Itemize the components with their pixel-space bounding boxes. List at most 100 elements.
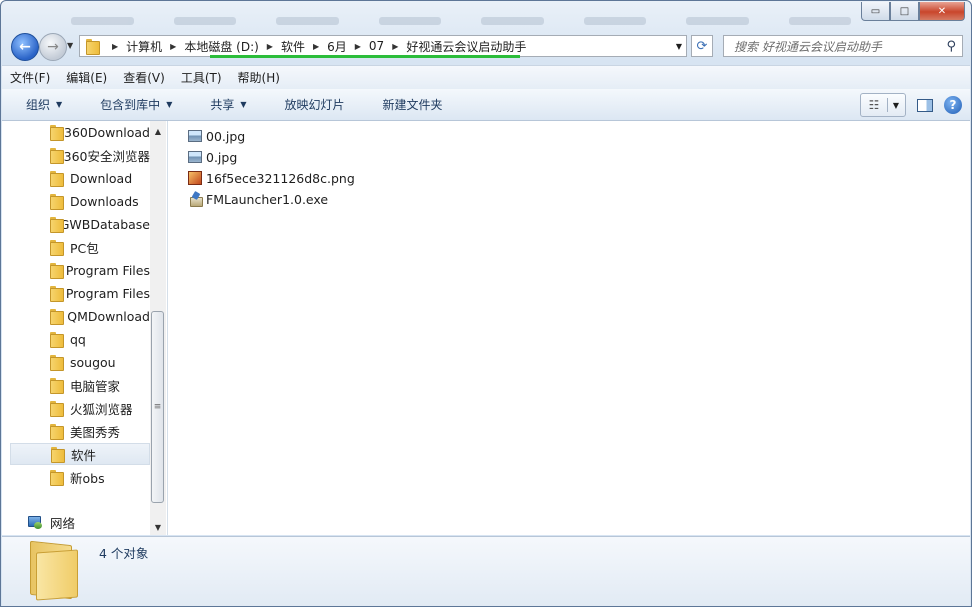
file-item[interactable]: 00.jpg	[188, 126, 245, 146]
nav-folder-item[interactable]: Program Files	[10, 282, 150, 304]
details-pane: 4 个对象	[2, 536, 970, 606]
file-item[interactable]: 16f5ece321126d8c.png	[188, 168, 355, 188]
breadcrumb-separator-icon[interactable]: ▶	[267, 42, 273, 51]
dropdown-arrow-icon: ▼	[56, 100, 63, 109]
forward-button[interactable]: →	[39, 33, 67, 61]
breadcrumb-item[interactable]: 好视通云会议启动助手	[406, 38, 526, 55]
folder-icon	[50, 332, 64, 348]
folder-icon	[51, 447, 65, 463]
navigation-row: ← → ▼ ▶ 计算机 ▶ 本地磁盘 (D:) ▶ 软件 ▶ 6月 ▶ 07 ▶…	[1, 31, 971, 63]
nav-folder-item[interactable]: 360Download	[10, 121, 150, 143]
png-image-icon	[188, 171, 202, 185]
title-bar[interactable]: ▭ □ ✕	[1, 1, 971, 31]
nav-folder-item[interactable]: Download	[10, 167, 150, 189]
minimize-button[interactable]: ▭	[861, 2, 890, 21]
nav-folder-item[interactable]: 360安全浏览器	[10, 144, 150, 166]
scroll-up-arrow-icon[interactable]: ▲	[150, 123, 166, 139]
folder-icon	[50, 355, 64, 371]
search-input[interactable]	[732, 37, 941, 57]
address-bar[interactable]: ▶ 计算机 ▶ 本地磁盘 (D:) ▶ 软件 ▶ 6月 ▶ 07 ▶ 好视通云会…	[79, 35, 687, 58]
slideshow-label: 放映幻灯片	[284, 98, 345, 112]
explorer-window: ▭ □ ✕ ← → ▼ ▶ 计算机 ▶ 本地磁盘 (D:) ▶ 软件 ▶ 6月 …	[0, 0, 972, 607]
share-label: 共享	[210, 98, 235, 112]
breadcrumb-item[interactable]: 6月	[327, 38, 347, 55]
nav-network-item[interactable]: 网络	[28, 513, 75, 532]
nav-folder-label: 新obs	[70, 470, 105, 486]
nav-folder-item-selected[interactable]: 软件	[10, 443, 150, 465]
preview-pane-button[interactable]	[914, 94, 936, 116]
breadcrumb-item[interactable]: 本地磁盘 (D:)	[184, 38, 258, 55]
nav-folder-item[interactable]: Program Files	[10, 259, 150, 281]
folder-icon	[50, 378, 64, 394]
menu-file[interactable]: 文件(F)	[2, 69, 58, 86]
slideshow-button[interactable]: 放映幻灯片	[261, 96, 359, 113]
view-dropdown-icon[interactable]: ▼	[888, 101, 904, 110]
nav-folder-label: Download	[70, 170, 133, 186]
maximize-button[interactable]: □	[890, 2, 919, 21]
nav-folder-item[interactable]: 火狐浏览器	[10, 397, 150, 419]
dropdown-arrow-icon: ▼	[240, 100, 247, 109]
nav-folder-item[interactable]: 新obs	[10, 466, 150, 488]
nav-folder-label: 软件	[71, 447, 97, 463]
organize-button[interactable]: 组织 ▼	[2, 96, 76, 113]
nav-folder-label: 美图秀秀	[70, 424, 121, 440]
nav-folder-label: GWBDatabase	[59, 216, 150, 232]
nav-folder-label: PC包	[70, 240, 99, 256]
nav-folder-label: Program Files	[65, 262, 150, 278]
address-dropdown-icon[interactable]: ▼	[676, 42, 682, 51]
object-count: 4 个对象	[99, 546, 149, 561]
history-dropdown-icon[interactable]: ▼	[67, 41, 73, 50]
nav-folder-item[interactable]: QMDownload	[10, 305, 150, 327]
jpg-image-icon	[188, 151, 202, 163]
nav-folder-item[interactable]: 电脑管家	[10, 374, 150, 396]
folder-icon	[50, 309, 65, 325]
breadcrumb-item[interactable]: 07	[369, 39, 384, 53]
menu-edit[interactable]: 编辑(E)	[58, 69, 115, 86]
nav-folder-item[interactable]: PC包	[10, 236, 150, 258]
close-button[interactable]: ✕	[919, 2, 965, 21]
breadcrumb-item[interactable]: 软件	[281, 38, 305, 55]
back-button[interactable]: ←	[11, 33, 39, 61]
nav-folder-label: 360安全浏览器	[63, 148, 150, 164]
menu-tools[interactable]: 工具(T)	[173, 69, 230, 86]
nav-folder-item[interactable]: sougou	[10, 351, 150, 373]
folder-icon	[50, 424, 64, 440]
nav-folder-item[interactable]: GWBDatabase	[10, 213, 150, 235]
folder-icon	[50, 148, 64, 164]
large-folder-icon	[30, 540, 80, 601]
scroll-down-arrow-icon[interactable]: ▼	[150, 519, 166, 535]
new-folder-button[interactable]: 新建文件夹	[359, 96, 457, 113]
command-bar: 组织 ▼ 包含到库中 ▼ 共享 ▼ 放映幻灯片 新建文件夹 ☷ ▼ ?	[2, 89, 970, 121]
search-box[interactable]: ⚲	[723, 35, 963, 57]
refresh-button[interactable]: ⟳	[691, 35, 713, 57]
organize-label: 组织	[26, 98, 51, 112]
include-in-library-button[interactable]: 包含到库中 ▼	[76, 96, 186, 113]
change-view-button[interactable]: ☷ ▼	[860, 93, 906, 117]
nav-folder-label: Program Files	[65, 285, 150, 301]
nav-folder-label: sougou	[70, 354, 116, 370]
file-item[interactable]: 0.jpg	[188, 147, 237, 167]
preview-pane-icon	[917, 98, 933, 112]
search-icon[interactable]: ⚲	[946, 39, 956, 54]
help-button[interactable]: ?	[944, 96, 962, 114]
breadcrumb-separator-icon[interactable]: ▶	[355, 42, 361, 51]
breadcrumb-separator-icon[interactable]: ▶	[112, 42, 118, 51]
folder-icon	[50, 194, 64, 210]
nav-folder-item[interactable]: qq	[10, 328, 150, 350]
file-list: 00.jpg 0.jpg 16f5ece321126d8c.png FMLaun…	[168, 121, 970, 535]
nav-folder-item[interactable]: 美图秀秀	[10, 420, 150, 442]
nav-folder-item[interactable]: Downloads	[10, 190, 150, 212]
file-name: FMLauncher1.0.exe	[206, 191, 329, 207]
view-options-icon[interactable]: ☷	[861, 98, 888, 112]
menu-help[interactable]: 帮助(H)	[230, 69, 288, 86]
menu-view[interactable]: 查看(V)	[115, 69, 173, 86]
breadcrumb-separator-icon[interactable]: ▶	[392, 42, 398, 51]
nav-folder-label: 360Download	[64, 124, 150, 140]
breadcrumb-item[interactable]: 计算机	[126, 38, 162, 55]
share-button[interactable]: 共享 ▼	[186, 96, 260, 113]
file-item[interactable]: FMLauncher1.0.exe	[188, 189, 328, 209]
nav-scrollbar[interactable]: ▲ ≡ ▼	[150, 121, 166, 535]
breadcrumb-separator-icon[interactable]: ▶	[170, 42, 176, 51]
breadcrumb-separator-icon[interactable]: ▶	[313, 42, 319, 51]
scrollbar-thumb[interactable]: ≡	[151, 311, 164, 503]
